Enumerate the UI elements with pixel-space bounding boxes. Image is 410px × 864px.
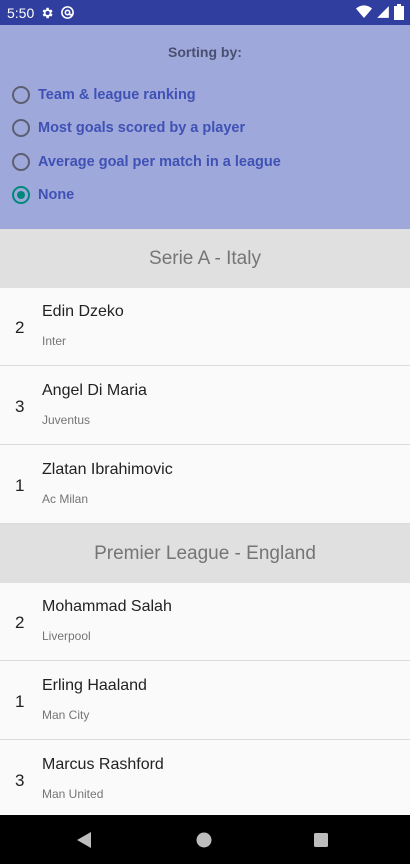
sorting-title: Sorting by: (168, 44, 242, 60)
player-row[interactable]: 2 Edin Dzeko Inter (0, 288, 410, 366)
gear-icon (40, 6, 54, 20)
player-rank: 1 (15, 692, 25, 711)
player-name: Mohammad Salah (42, 598, 172, 615)
player-row[interactable]: 1 Erling Haaland Man City (0, 662, 410, 740)
back-icon[interactable] (64, 815, 104, 864)
player-rank: 2 (15, 318, 25, 337)
status-time: 5:50 (7, 4, 35, 21)
radio-none[interactable]: None (12, 186, 74, 204)
radio-label: Team & league ranking (38, 87, 196, 103)
radio-average-goal[interactable]: Average goal per match in a league (12, 153, 281, 171)
player-row[interactable]: 2 Mohammad Salah Liverpool (0, 583, 410, 661)
radio-label: Average goal per match in a league (38, 154, 281, 170)
navigation-bar (0, 815, 410, 864)
player-name: Edin Dzeko (42, 303, 124, 320)
player-name: Marcus Rashford (42, 756, 164, 773)
player-team: Man City (42, 708, 90, 722)
radio-label: Most goals scored by a player (38, 120, 246, 136)
player-team: Inter (42, 334, 67, 348)
recents-icon[interactable] (301, 815, 341, 864)
player-team: Ac Milan (42, 492, 89, 506)
league-header-premier-league: Premier League - England (0, 524, 410, 583)
player-rank: 2 (15, 613, 25, 632)
player-name: Erling Haaland (42, 677, 147, 694)
player-rank: 3 (15, 771, 25, 790)
player-name: Angel Di Maria (42, 382, 147, 399)
player-team: Man United (42, 787, 104, 801)
player-team: Juventus (42, 413, 91, 427)
signal-icon (376, 5, 390, 24)
player-row[interactable]: 3 Marcus Rashford Man United (0, 741, 410, 815)
radio-button-checked-icon[interactable] (12, 186, 30, 204)
player-row[interactable]: 3 Angel Di Maria Juventus (0, 367, 410, 445)
at-sign-icon (60, 5, 75, 20)
player-row[interactable]: 1 Zlatan Ibrahimovic Ac Milan (0, 446, 410, 524)
radio-team-league-ranking[interactable]: Team & league ranking (12, 86, 196, 104)
sorting-panel: Sorting by: Team & league ranking Most g… (0, 25, 410, 229)
radio-button-icon[interactable] (12, 86, 30, 104)
player-rank: 3 (15, 397, 25, 416)
status-bar: 5:50 (0, 0, 410, 25)
player-rank: 1 (15, 476, 25, 495)
radio-button-icon[interactable] (12, 153, 30, 171)
player-team: Liverpool (42, 629, 91, 643)
player-name: Zlatan Ibrahimovic (42, 461, 173, 478)
wifi-icon (356, 4, 372, 25)
battery-icon (394, 4, 404, 25)
home-icon[interactable] (184, 815, 224, 864)
radio-most-goals[interactable]: Most goals scored by a player (12, 119, 245, 137)
league-header-serie-a: Serie A - Italy (0, 229, 410, 288)
radio-label: None (38, 187, 75, 203)
radio-button-icon[interactable] (12, 119, 30, 137)
